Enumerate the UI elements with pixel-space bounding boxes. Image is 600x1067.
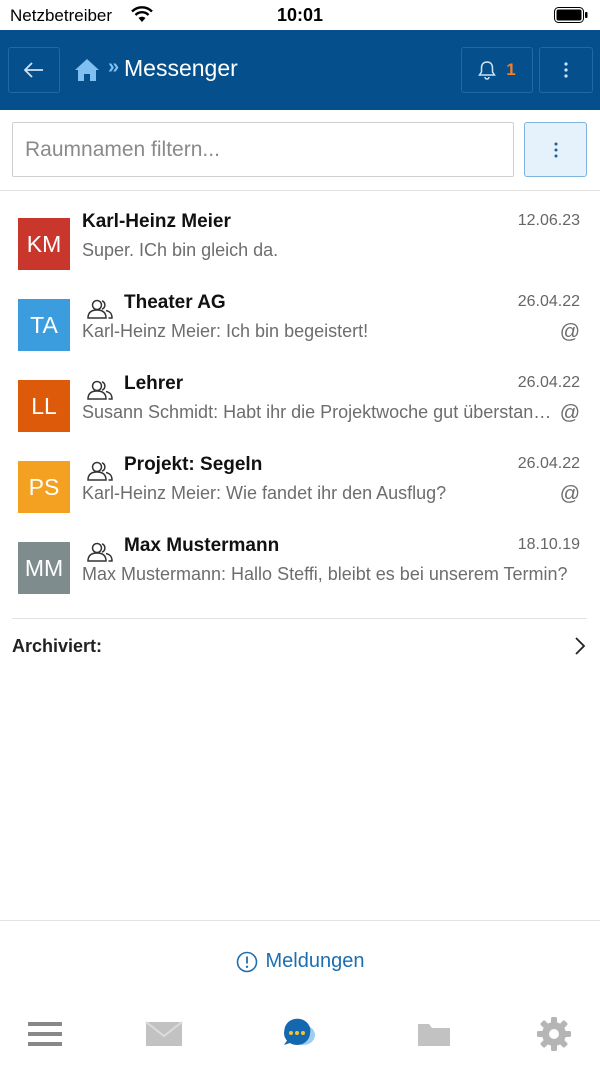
room-last-message: Karl-Heinz Meier: Ich bin begeistert!	[82, 321, 369, 341]
archived-section-label[interactable]: Archiviert:	[12, 636, 102, 657]
chevron-right-icon[interactable]	[574, 636, 586, 656]
group-icon	[87, 299, 113, 319]
app-header: » Messenger 1	[0, 30, 600, 110]
divider	[12, 618, 587, 619]
room-filter-input[interactable]	[12, 122, 514, 177]
room-last-message: Karl-Heinz Meier: Wie fandet ihr den Aus…	[82, 483, 447, 503]
avatar: KM	[18, 218, 70, 270]
group-icon	[87, 380, 113, 400]
group-icon	[87, 542, 113, 562]
room-item[interactable]: PS Projekt: Segeln 26.04.22 Karl-Heinz M…	[0, 441, 600, 521]
alert-circle-icon	[236, 951, 257, 972]
room-name: Max Mustermann	[124, 535, 280, 556]
group-icon	[87, 461, 113, 481]
settings-icon	[537, 1017, 571, 1051]
tab-mail[interactable]	[144, 1016, 184, 1052]
notices-link[interactable]: Meldungen	[0, 950, 600, 973]
room-last-message: Super. ICh bin gleich da.	[82, 240, 279, 260]
tab-messenger[interactable]	[279, 1016, 319, 1052]
more-vertical-icon	[564, 62, 568, 78]
room-item[interactable]: LL Lehrer 26.04.22 Susann Schmidt: Habt …	[0, 360, 600, 440]
room-date: 12.06.23	[517, 212, 580, 229]
home-icon[interactable]	[74, 58, 100, 82]
more-vertical-icon	[554, 142, 557, 157]
room-last-message: Max Mustermann: Hallo Steffi, bleibt es …	[82, 564, 568, 584]
avatar: LL	[18, 380, 70, 432]
notices-label: Meldungen	[265, 950, 365, 972]
filter-options-button[interactable]	[524, 122, 587, 177]
room-name: Karl-Heinz Meier	[82, 211, 231, 232]
divider	[0, 190, 600, 191]
mention-badge: @	[559, 321, 580, 343]
back-button[interactable]	[8, 47, 60, 93]
room-date: 18.10.19	[517, 536, 580, 553]
notifications-button[interactable]: 1	[461, 47, 533, 93]
room-item[interactable]: MM Max Mustermann 18.10.19 Max Musterman…	[0, 522, 600, 602]
clock: 10:01	[276, 5, 324, 25]
divider	[0, 920, 600, 921]
mention-badge: @	[559, 402, 580, 424]
folder-icon	[418, 1024, 450, 1046]
tab-settings[interactable]	[534, 1016, 574, 1052]
mail-icon	[145, 1021, 183, 1046]
mention-badge: @	[559, 483, 580, 505]
menu-icon	[28, 1022, 62, 1046]
tab-menu[interactable]	[25, 1016, 65, 1052]
notification-badge: 1	[506, 60, 516, 79]
tab-files[interactable]	[414, 1016, 454, 1052]
avatar: MM	[18, 542, 70, 594]
messenger-icon	[284, 1018, 315, 1045]
avatar: PS	[18, 461, 70, 513]
room-date: 26.04.22	[517, 293, 580, 310]
room-name: Theater AG	[124, 292, 226, 313]
room-item[interactable]: KM Karl-Heinz Meier 12.06.23 Super. ICh …	[0, 198, 600, 278]
room-name: Projekt: Segeln	[124, 454, 263, 475]
bell-icon	[478, 61, 497, 80]
arrow-left-icon	[23, 62, 43, 78]
room-date: 26.04.22	[517, 455, 580, 472]
page-title: Messenger	[124, 55, 238, 81]
avatar: TA	[18, 299, 70, 351]
more-button[interactable]	[539, 47, 593, 93]
status-bar: Netzbetreiber 10:01	[0, 0, 600, 30]
room-name: Lehrer	[124, 373, 184, 394]
room-item[interactable]: TA Theater AG 26.04.22 Karl-Heinz Meier:…	[0, 279, 600, 359]
battery-icon	[554, 7, 588, 23]
breadcrumb-separator: »	[108, 56, 120, 78]
room-last-message: Susann Schmidt: Habt ihr die Projektwoch…	[82, 402, 555, 422]
room-date: 26.04.22	[517, 374, 580, 391]
